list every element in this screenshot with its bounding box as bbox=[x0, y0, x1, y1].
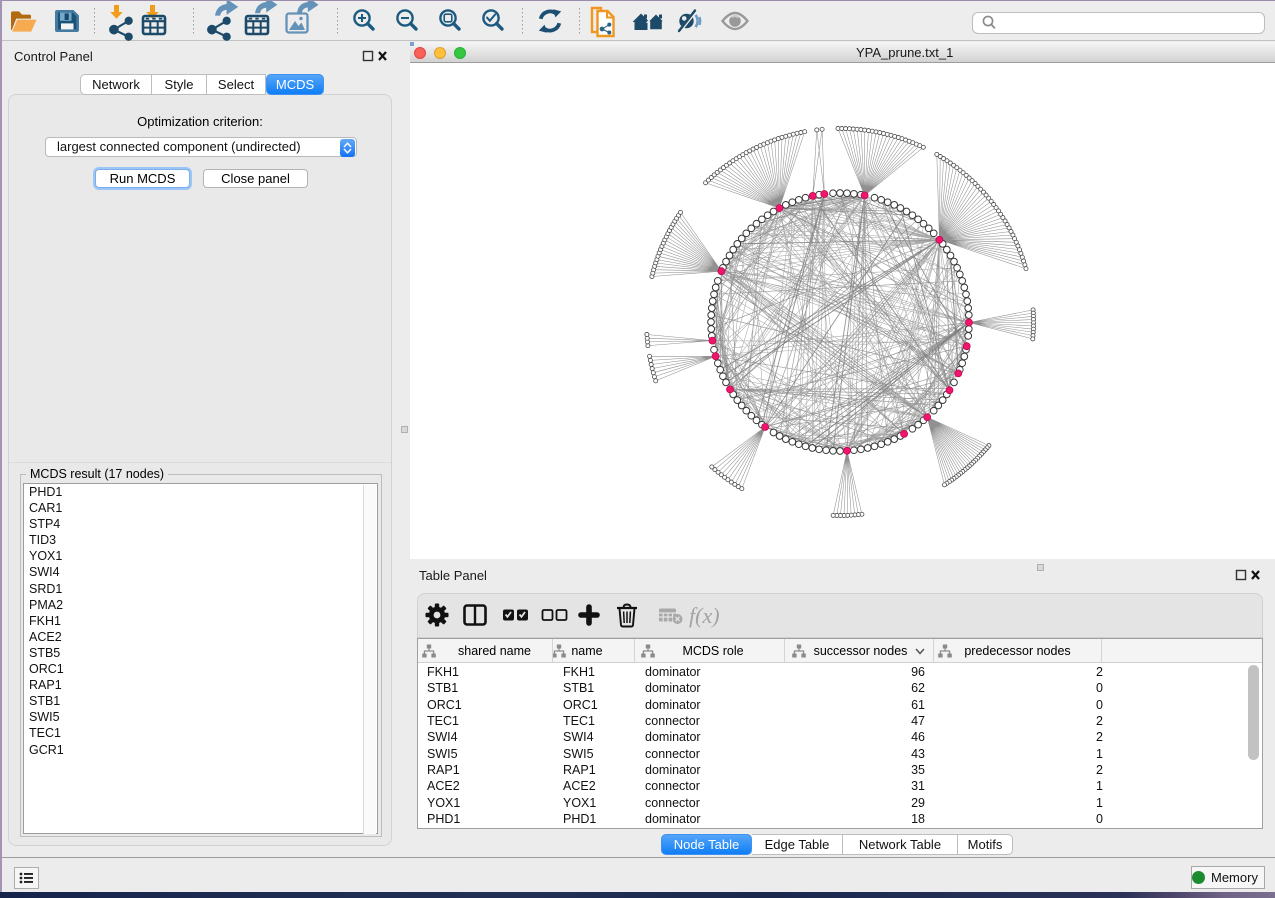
svg-text:f(x): f(x) bbox=[689, 603, 720, 628]
